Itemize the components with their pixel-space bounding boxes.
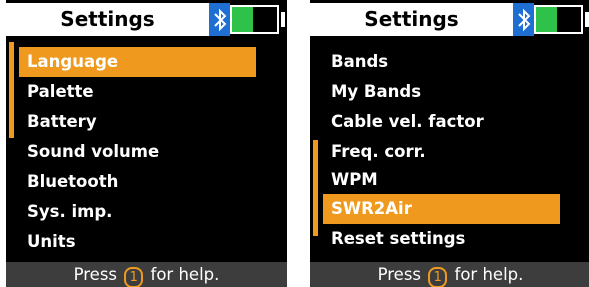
menu-item-freq-corr[interactable]: Freq. corr.: [323, 137, 560, 167]
key-1-icon: 1: [428, 267, 448, 287]
menu-item-sound-volume[interactable]: Sound volume: [19, 137, 256, 167]
menu-item-bands[interactable]: Bands: [323, 47, 560, 77]
menu-item-wpm[interactable]: WPM: [323, 165, 560, 195]
menu-item-sys-imp[interactable]: Sys. imp.: [19, 197, 256, 227]
footer-prefix: Press: [73, 265, 118, 284]
menu-item-reset-settings[interactable]: Reset settings: [323, 224, 560, 254]
settings-screen-left: Settings Language Palette Battery Sound …: [6, 0, 287, 287]
settings-menu: Bands My Bands Cable vel. factor Freq. c…: [310, 0, 589, 287]
settings-menu: Language Palette Battery Sound volume Bl…: [6, 0, 287, 287]
footer-suffix: for help.: [454, 265, 524, 284]
menu-item-language[interactable]: Language: [19, 47, 256, 77]
menu-item-bluetooth[interactable]: Bluetooth: [19, 167, 256, 197]
footer-suffix: for help.: [150, 265, 220, 284]
help-footer: Press 1 for help.: [6, 262, 287, 287]
footer-prefix: Press: [377, 265, 422, 284]
key-1-icon: 1: [124, 267, 144, 287]
settings-screen-right: Settings Bands My Bands Cable vel. facto…: [310, 0, 589, 287]
menu-item-cable-vel-factor[interactable]: Cable vel. factor: [323, 107, 560, 137]
menu-item-swr2air[interactable]: SWR2Air: [323, 194, 560, 224]
menu-item-my-bands[interactable]: My Bands: [323, 77, 560, 107]
menu-item-units[interactable]: Units: [19, 227, 256, 257]
help-footer: Press 1 for help.: [310, 262, 589, 287]
menu-item-battery[interactable]: Battery: [19, 107, 256, 137]
menu-item-palette[interactable]: Palette: [19, 77, 256, 107]
